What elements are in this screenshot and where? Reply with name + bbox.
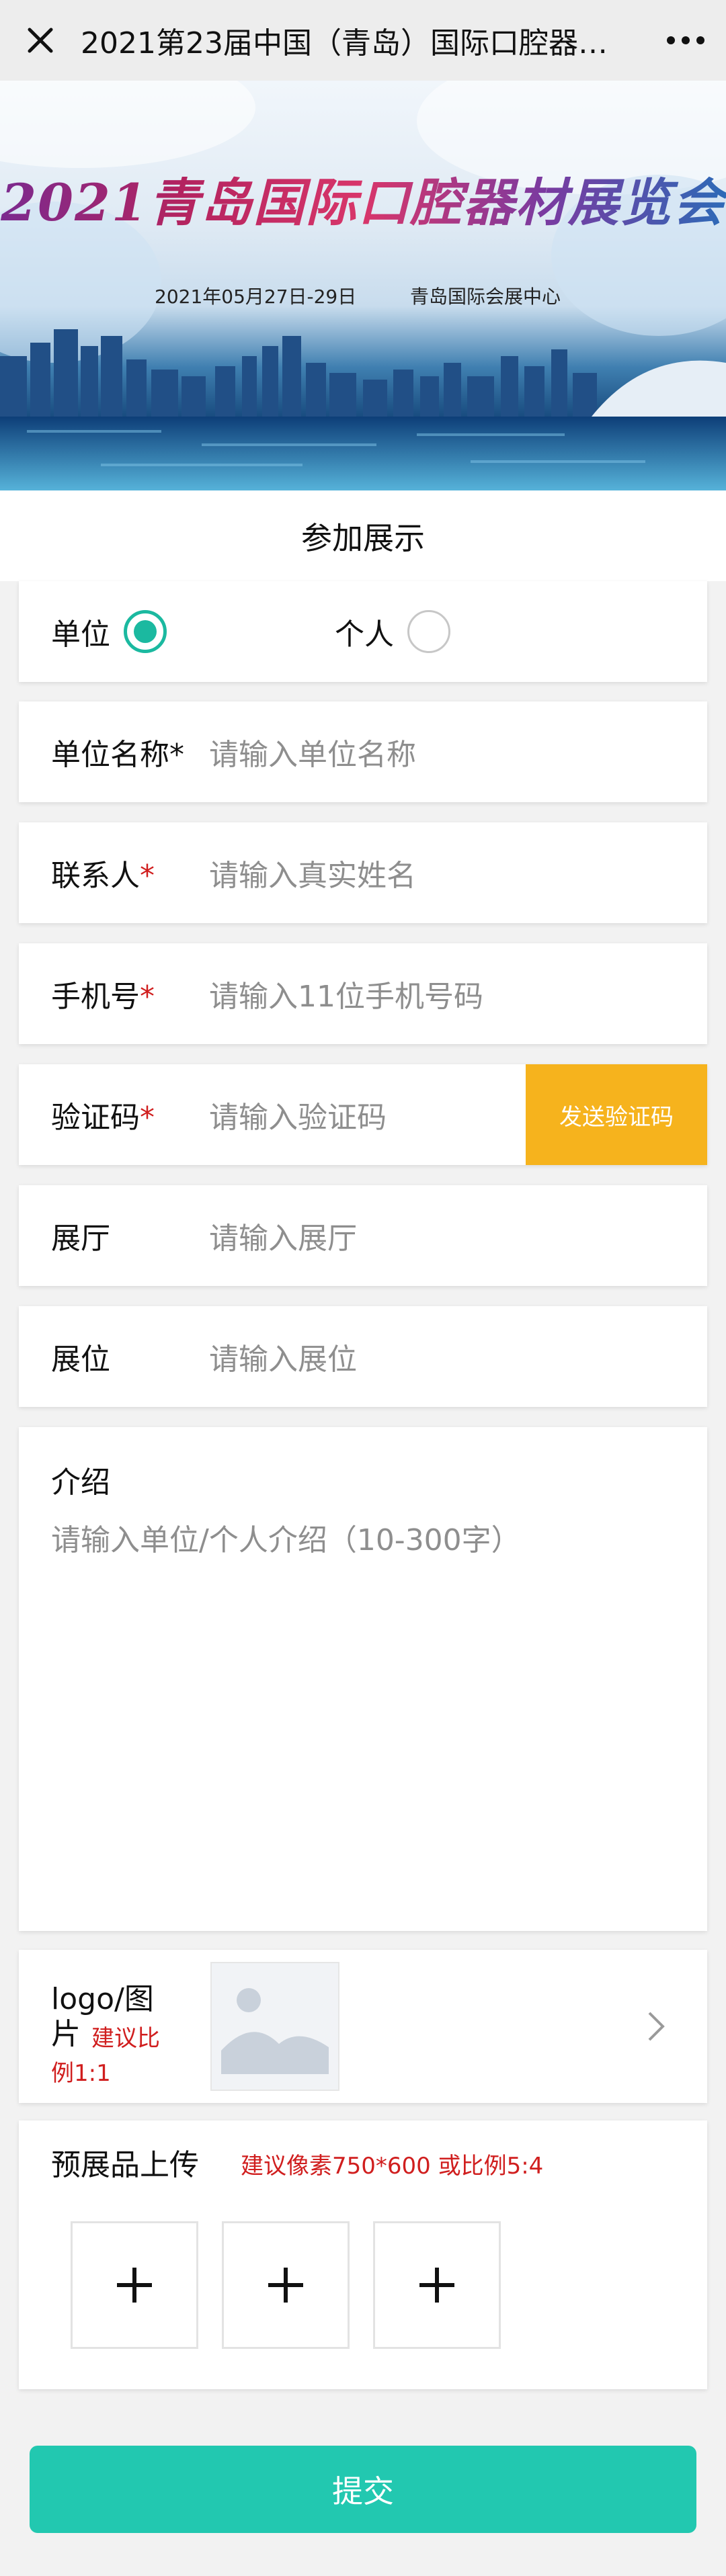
- city-skyline-illustration: [0, 81, 726, 490]
- plus-icon: [268, 2268, 303, 2303]
- required-mark: *: [140, 1101, 155, 1135]
- participant-type-selector: 单位 个人: [19, 581, 707, 682]
- org-name-input[interactable]: 请输入单位名称: [209, 730, 416, 773]
- intro-field[interactable]: 介绍 请输入单位/个人介绍（10-300字）: [19, 1427, 707, 1931]
- option-label-unit: 单位: [51, 617, 110, 652]
- products-label: 预展品上传: [51, 2148, 199, 2182]
- banner-title: 2021青岛国际口腔器材展览会: [0, 161, 726, 235]
- page-title: 2021第23届中国（青岛）国际口腔器材...: [81, 26, 636, 60]
- contact-field[interactable]: 联系人* 请输入真实姓名: [19, 822, 707, 923]
- products-hint: 建议像素750*600 或比例5:4: [241, 2153, 544, 2180]
- hall-label: 展厅: [51, 1221, 110, 1256]
- close-icon: [28, 28, 53, 53]
- products-upload-field: 预展品上传 建议像素750*600 或比例5:4: [19, 2120, 707, 2389]
- more-button[interactable]: [645, 0, 726, 81]
- org-name-field[interactable]: 单位名称* 请输入单位名称: [19, 701, 707, 802]
- chevron-right-icon[interactable]: [647, 2010, 667, 2043]
- hall-field[interactable]: 展厅 请输入展厅: [19, 1185, 707, 1286]
- radio-unit[interactable]: [124, 610, 167, 653]
- phone-field[interactable]: 手机号* 请输入11位手机号码: [19, 943, 707, 1044]
- logo-image-placeholder[interactable]: [210, 1962, 339, 2091]
- plus-icon: [419, 2268, 454, 2303]
- image-placeholder-icon: [221, 1988, 329, 2074]
- booth-field[interactable]: 展位 请输入展位: [19, 1306, 707, 1407]
- send-code-button[interactable]: 发送验证码: [526, 1064, 707, 1165]
- upload-slot-2[interactable]: [222, 2221, 350, 2349]
- nav-bar: 2021第23届中国（青岛）国际口腔器材...: [0, 0, 726, 81]
- radio-selected-dot: [134, 620, 157, 643]
- phone-input[interactable]: 请输入11位手机号码: [209, 972, 483, 1015]
- required-mark: *: [140, 980, 155, 1014]
- banner-date: 2021年05月27日-29日: [155, 286, 357, 308]
- org-name-label: 单位名称*: [51, 738, 184, 772]
- hall-input[interactable]: 请输入展厅: [209, 1214, 357, 1257]
- booth-input[interactable]: 请输入展位: [209, 1335, 357, 1378]
- form-section-title: 参加展示: [0, 490, 726, 581]
- more-icon: [667, 36, 704, 44]
- event-banner: 2021青岛国际口腔器材展览会 2021年05月27日-29日 青岛国际会展中心: [0, 81, 726, 490]
- phone-label: 手机号*: [51, 980, 155, 1014]
- close-button[interactable]: [0, 0, 81, 81]
- booth-label: 展位: [51, 1342, 110, 1377]
- submit-button[interactable]: 提交: [30, 2446, 696, 2533]
- banner-venue: 青岛国际会展中心: [410, 286, 561, 308]
- intro-label: 介绍: [51, 1465, 110, 1500]
- logo-upload-field[interactable]: logo/图片 建议比例1:1: [19, 1950, 707, 2103]
- intro-textarea[interactable]: 请输入单位/个人介绍（10-300字）: [19, 1501, 707, 1559]
- logo-hint: 建议比例1:1: [51, 2025, 160, 2087]
- option-label-individual: 个人: [335, 617, 394, 652]
- code-label: 验证码*: [51, 1101, 155, 1135]
- plus-icon: [117, 2268, 152, 2303]
- contact-input[interactable]: 请输入真实姓名: [209, 851, 416, 894]
- upload-slot-1[interactable]: [71, 2221, 198, 2349]
- verification-code-field[interactable]: 验证码* 请输入验证码 发送验证码: [19, 1064, 707, 1165]
- code-input[interactable]: 请输入验证码: [209, 1093, 387, 1136]
- radio-individual[interactable]: [407, 610, 450, 653]
- contact-label: 联系人*: [51, 859, 155, 893]
- upload-slot-3[interactable]: [373, 2221, 501, 2349]
- required-mark: *: [140, 859, 155, 893]
